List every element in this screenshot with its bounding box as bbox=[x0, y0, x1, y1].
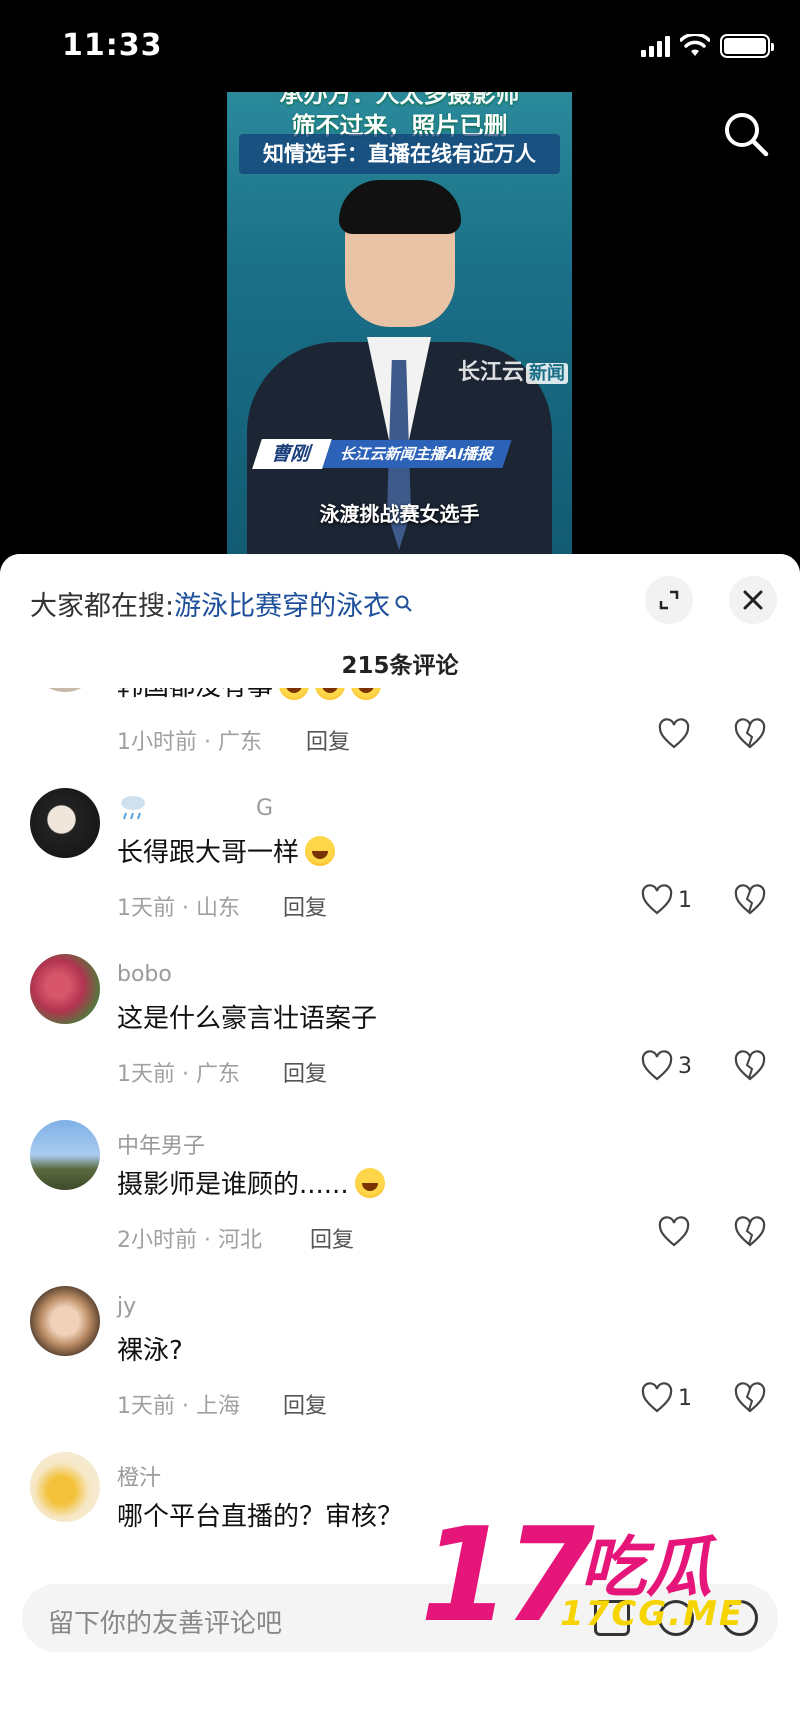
comment-text: 裸泳? bbox=[117, 1336, 183, 1366]
comment-text: 摄影师是谁顾的...... bbox=[117, 1164, 385, 1201]
expand-icon bbox=[659, 590, 679, 610]
comment-meta: 1天前 · 上海 bbox=[117, 1394, 240, 1419]
comment-meta: 1天前 · 山东 bbox=[117, 896, 240, 921]
like-count: 1 bbox=[678, 1385, 692, 1411]
status-bar: 11:33 bbox=[0, 0, 800, 92]
weather-icon bbox=[121, 796, 145, 820]
emoji-icon bbox=[279, 688, 310, 700]
comment-text: 韩国都没有事 bbox=[117, 688, 382, 703]
username[interactable]: 橙汁 bbox=[117, 1460, 161, 1492]
heart-icon bbox=[658, 1216, 690, 1247]
close-button[interactable] bbox=[729, 576, 777, 624]
comment-count: 215条评论 bbox=[341, 653, 459, 679]
video-caption: 泳渡挑战赛女选手 bbox=[319, 502, 480, 526]
list-item: 中年男子 摄影师是谁顾的...... 2小时前 · 河北 回复 bbox=[0, 1120, 800, 1286]
channel-logo: 长江云 新闻 bbox=[458, 354, 568, 386]
broken-heart-icon bbox=[734, 1216, 766, 1247]
username[interactable]: G bbox=[256, 796, 273, 821]
battery-icon bbox=[720, 34, 774, 58]
signal-icon bbox=[641, 35, 670, 57]
heart-icon bbox=[641, 1382, 673, 1413]
like-button[interactable]: 1 bbox=[640, 1382, 692, 1414]
video-player[interactable]: 承办方：人太多摄影师 筛不过来，照片已删 知情选手：直播在线有近万人 长江云 新闻… bbox=[227, 92, 572, 554]
dislike-button[interactable] bbox=[733, 1050, 767, 1086]
heart-icon bbox=[658, 718, 690, 749]
like-count: 3 bbox=[678, 1053, 692, 1079]
comment-meta: 2小时前 · 河北 bbox=[117, 1228, 262, 1253]
reply-button[interactable]: 回复 bbox=[283, 1056, 327, 1088]
emoji-icon bbox=[351, 688, 382, 700]
broken-heart-icon bbox=[734, 1382, 766, 1413]
status-icons bbox=[641, 34, 774, 58]
username[interactable]: 中年男子 bbox=[117, 1128, 205, 1160]
emoji-icon bbox=[305, 836, 336, 866]
search-icon bbox=[395, 595, 412, 612]
list-item: 韩国都没有事 1小时前 · 广东 回复 bbox=[0, 688, 800, 788]
emoji-icon bbox=[354, 1168, 385, 1198]
hot-search[interactable]: 大家都在搜: 游泳比赛穿的泳衣 bbox=[30, 584, 414, 623]
list-item: G 长得跟大哥一样 1天前 · 山东 回复 1 bbox=[0, 788, 800, 954]
like-count: 1 bbox=[678, 887, 692, 913]
comment-meta: 1天前 · 广东 bbox=[117, 1062, 240, 1087]
avatar[interactable] bbox=[30, 1120, 100, 1190]
like-button[interactable] bbox=[657, 1216, 691, 1248]
heart-icon bbox=[641, 884, 673, 915]
dislike-button[interactable] bbox=[733, 884, 767, 920]
like-button[interactable]: 3 bbox=[640, 1050, 692, 1082]
video-subhead: 知情选手：直播在线有近万人 bbox=[239, 134, 560, 174]
like-button[interactable] bbox=[657, 718, 691, 750]
comment-list[interactable]: 韩国都没有事 1小时前 · 广东 回复 G 长得跟大哥一样 1天前 · 山东 回… bbox=[0, 688, 800, 1538]
reply-button[interactable]: 回复 bbox=[306, 724, 350, 756]
list-item: jy 裸泳? 1天前 · 上海 回复 1 bbox=[0, 1286, 800, 1452]
username[interactable]: jy bbox=[117, 1294, 136, 1319]
hot-search-query[interactable]: 游泳比赛穿的泳衣 bbox=[174, 584, 390, 623]
comment-text: 长得跟大哥一样 bbox=[117, 832, 336, 869]
avatar[interactable] bbox=[30, 1286, 100, 1356]
anchor-name-plate: 曹刚 长江云新闻主播AI播报 bbox=[252, 439, 512, 469]
search-icon[interactable] bbox=[722, 110, 770, 158]
avatar[interactable] bbox=[30, 688, 100, 692]
dislike-button[interactable] bbox=[733, 718, 767, 754]
close-icon bbox=[743, 590, 763, 610]
dislike-button[interactable] bbox=[733, 1216, 767, 1252]
list-item: bobo 这是什么豪言壮语案子 1天前 · 广东 回复 3 bbox=[0, 954, 800, 1120]
broken-heart-icon bbox=[734, 1050, 766, 1081]
broken-heart-icon bbox=[734, 718, 766, 749]
dislike-button[interactable] bbox=[733, 1382, 767, 1418]
status-time: 11:33 bbox=[62, 28, 163, 63]
avatar[interactable] bbox=[30, 1452, 100, 1522]
reply-button[interactable]: 回复 bbox=[283, 1388, 327, 1420]
hot-search-prefix: 大家都在搜: bbox=[30, 591, 175, 622]
watermark-logo: 17 吃瓜 17CG.ME bbox=[420, 1499, 745, 1651]
emoji-icon bbox=[315, 688, 346, 700]
reply-button[interactable]: 回复 bbox=[283, 890, 327, 922]
heart-icon bbox=[641, 1050, 673, 1081]
like-button[interactable]: 1 bbox=[640, 884, 692, 916]
avatar[interactable] bbox=[30, 954, 100, 1024]
reply-button[interactable]: 回复 bbox=[310, 1222, 354, 1254]
username[interactable]: bobo bbox=[117, 962, 172, 987]
avatar[interactable] bbox=[30, 788, 100, 858]
sheet-header: 大家都在搜: 游泳比赛穿的泳衣 215条评论 bbox=[0, 554, 800, 688]
wifi-icon bbox=[680, 34, 710, 56]
comment-meta: 1小时前 · 广东 bbox=[117, 730, 262, 755]
comment-input-placeholder: 留下你的友善评论吧 bbox=[48, 1609, 283, 1639]
comment-text: 这是什么豪言壮语案子 bbox=[117, 1004, 378, 1034]
broken-heart-icon bbox=[734, 884, 766, 915]
expand-button[interactable] bbox=[645, 576, 693, 624]
comment-text: 哪个平台直播的？审核？ bbox=[117, 1502, 404, 1532]
